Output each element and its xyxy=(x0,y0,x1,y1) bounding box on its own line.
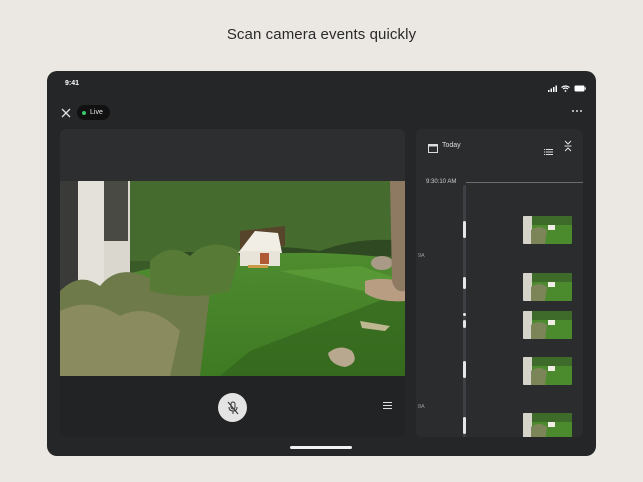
event-marker[interactable] xyxy=(463,417,466,434)
tablet-screen: 9:41 Live Today 9:30:10 AM 9A 8A xyxy=(47,71,596,456)
history-header: Today xyxy=(416,129,583,159)
home-indicator[interactable] xyxy=(290,446,352,449)
battery-icon xyxy=(574,79,586,97)
more-icon[interactable] xyxy=(572,110,582,112)
close-icon[interactable] xyxy=(60,106,72,118)
live-badge[interactable]: Live xyxy=(77,105,110,120)
status-icons xyxy=(548,79,586,97)
page-headline: Scan camera events quickly xyxy=(226,26,417,43)
event-timeline[interactable]: 9:30:10 AM 9A 8A xyxy=(416,169,583,437)
event-thumbnail[interactable] xyxy=(523,311,572,339)
live-label: Live xyxy=(90,109,103,116)
calendar-icon[interactable] xyxy=(428,140,438,158)
hour-label-8a: 8A xyxy=(418,404,425,410)
collapse-icon[interactable] xyxy=(564,139,572,157)
menu-icon[interactable] xyxy=(383,402,392,409)
video-controls-bar xyxy=(60,376,405,437)
current-time-label: 9:30:10 AM xyxy=(426,179,457,185)
list-icon[interactable] xyxy=(544,142,553,160)
camera-top-bar: Live xyxy=(47,101,596,125)
camera-feed[interactable] xyxy=(60,181,405,376)
status-bar: 9:41 xyxy=(47,71,596,95)
event-thumbnail[interactable] xyxy=(523,357,572,385)
current-time-line xyxy=(466,182,583,183)
status-time: 9:41 xyxy=(65,80,80,87)
wifi-icon xyxy=(561,79,570,97)
event-marker[interactable] xyxy=(463,320,466,328)
event-thumbnail[interactable] xyxy=(523,413,572,437)
event-thumbnail[interactable] xyxy=(523,273,572,301)
mic-off-icon[interactable] xyxy=(218,393,247,422)
signal-icon xyxy=(548,79,557,97)
date-label[interactable]: Today xyxy=(442,142,461,149)
event-marker[interactable] xyxy=(463,221,466,238)
live-indicator-dot xyxy=(82,110,86,115)
event-history-panel: Today 9:30:10 AM 9A 8A xyxy=(416,129,583,437)
event-marker[interactable] xyxy=(463,277,466,289)
camera-video-panel xyxy=(60,129,405,437)
event-thumbnail[interactable] xyxy=(523,216,572,244)
event-marker[interactable] xyxy=(463,361,466,378)
event-marker[interactable] xyxy=(463,313,466,316)
hour-label-9a: 9A xyxy=(418,253,425,259)
